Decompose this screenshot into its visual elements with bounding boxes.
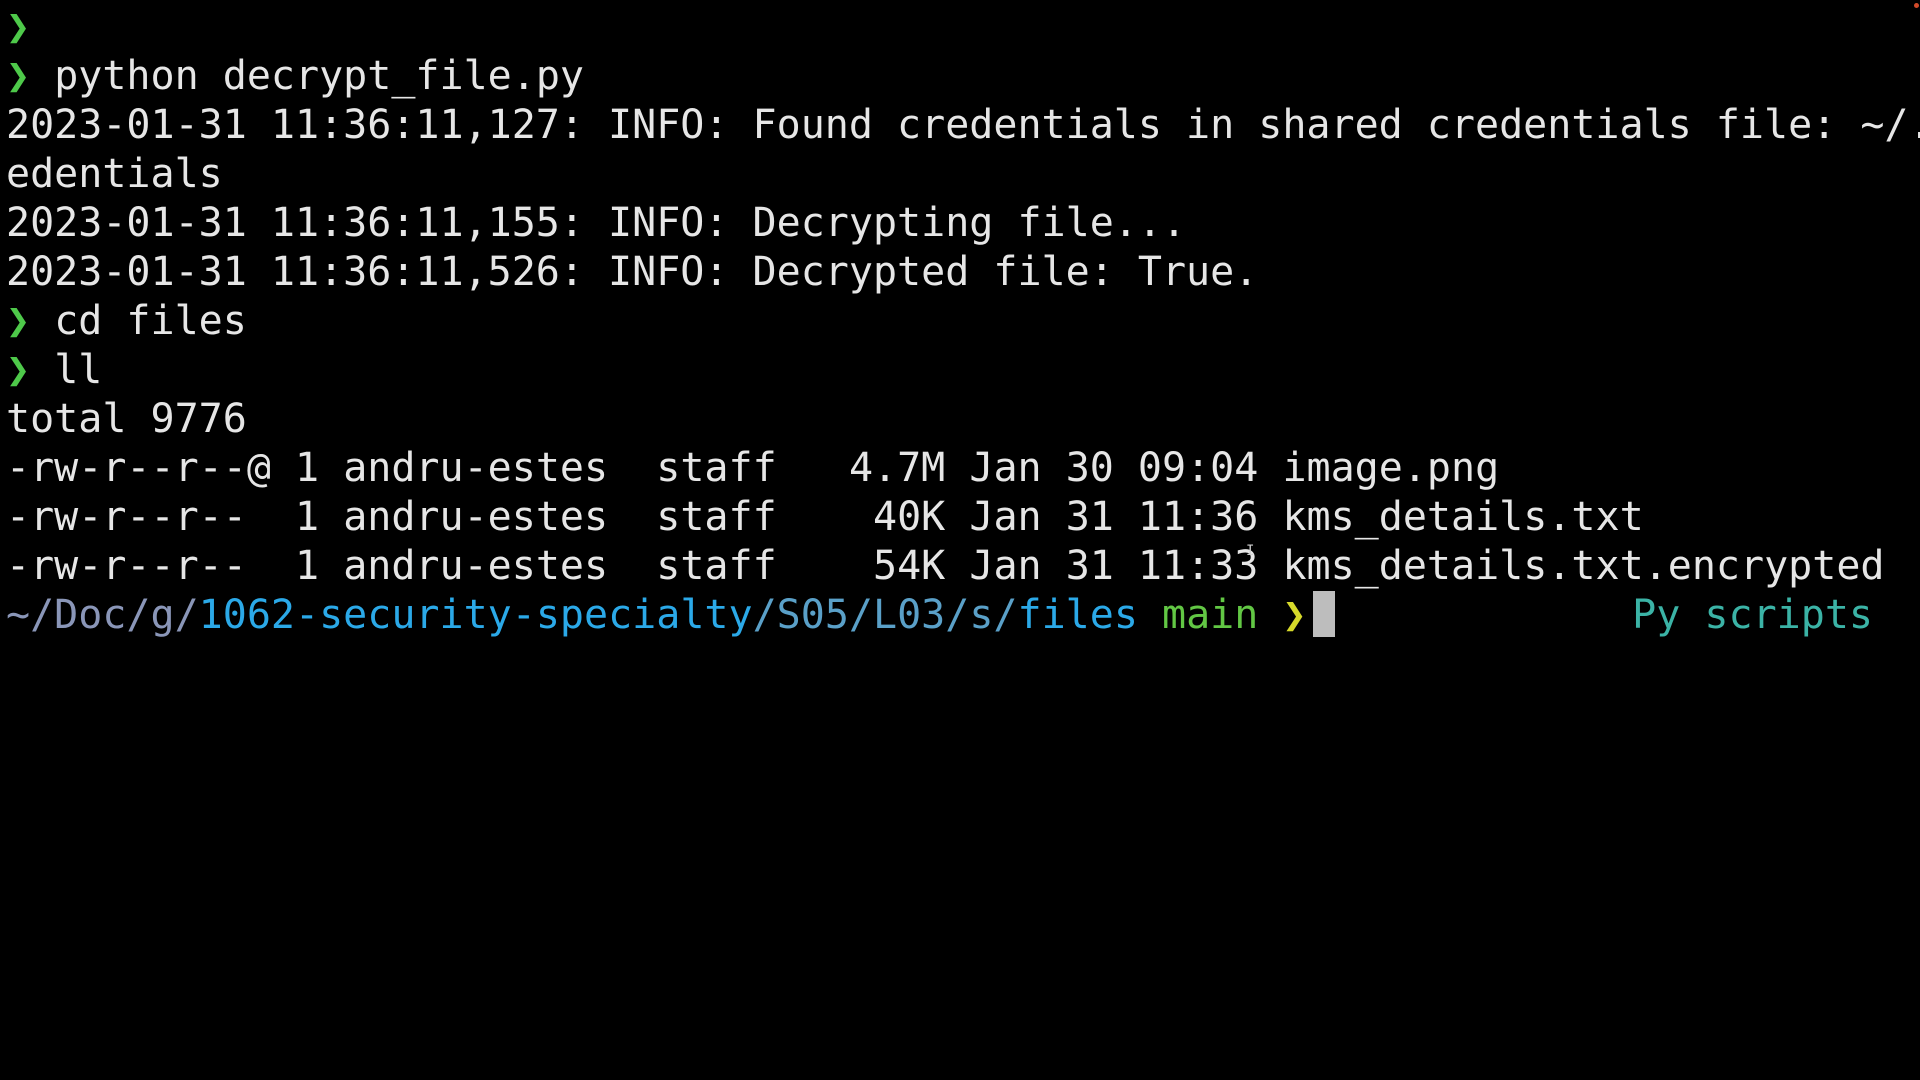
file-size: 4.7M xyxy=(848,445,946,491)
file-owner: andru-estes xyxy=(343,445,609,491)
right-prompt-env: Py scripts xyxy=(1632,592,1873,638)
log-line: 2023-01-31 11:36:11,526: INFO: Decrypted… xyxy=(6,249,1259,295)
file-size: 40K xyxy=(873,494,946,540)
command-text: cd files xyxy=(54,298,247,344)
prompt-path-segment: s/ xyxy=(969,592,1018,638)
terminal-line: ❯ cd files xyxy=(6,297,1920,346)
file-size: 54K xyxy=(873,543,946,589)
file-owner: andru-estes xyxy=(343,543,609,589)
prompt-path-home: ~/ xyxy=(6,592,55,638)
recording-indicator-icon xyxy=(1914,3,1919,8)
terminal-line: ❯ ll xyxy=(6,346,1920,395)
log-line: 2023-01-31 11:36:11,127: INFO: Found cre… xyxy=(6,102,1920,148)
listing-total: total 9776 xyxy=(6,396,247,442)
file-date: Jan 31 11:36 xyxy=(969,494,1259,540)
prompt-symbol: ❯ xyxy=(6,298,31,344)
log-line: 2023-01-31 11:36:11,155: INFO: Decryptin… xyxy=(6,200,1187,246)
file-date: Jan 30 09:04 xyxy=(969,445,1259,491)
prompt-path-segment: g/ xyxy=(150,592,199,638)
file-group: staff xyxy=(656,494,777,540)
file-group: staff xyxy=(656,445,777,491)
prompt-arrow: ❯ xyxy=(1282,592,1307,638)
command-text: ll xyxy=(54,347,103,393)
terminal-window[interactable]: ❯ ❯ python decrypt_file.py 2023-01-31 11… xyxy=(0,0,1920,1080)
file-perms: -rw-r--r--@ xyxy=(6,445,271,491)
file-links: 1 xyxy=(295,494,320,540)
terminal-line: ❯ xyxy=(6,3,1920,52)
listing-row: -rw-r--r-- 1 andru-estes staff 54K Jan 3… xyxy=(6,542,1920,591)
file-links: 1 xyxy=(295,543,320,589)
listing-row: -rw-r--r-- 1 andru-estes staff 40K Jan 3… xyxy=(6,493,1920,542)
file-owner: andru-estes xyxy=(343,494,609,540)
prompt-path-current-dir: files xyxy=(1017,592,1138,638)
prompt-path-segment: L03/ xyxy=(872,592,970,638)
file-date: Jan 31 11:33 xyxy=(969,543,1259,589)
listing-row: -rw-r--r--@ 1 andru-estes staff 4.7M Jan… xyxy=(6,444,1920,493)
file-name: kms_details.txt.encrypted xyxy=(1282,543,1885,589)
active-prompt-line[interactable]: ~/Doc/g/1062-security-specialty/S05/L03/… xyxy=(6,591,1920,640)
file-perms: -rw-r--r-- xyxy=(6,543,247,589)
prompt-symbol: ❯ xyxy=(6,53,31,99)
prompt-path-repo: 1062-security-specialty xyxy=(198,592,753,638)
file-name: kms_details.txt xyxy=(1282,494,1644,540)
prompt-path-segment: / xyxy=(752,592,777,638)
file-links: 1 xyxy=(295,445,320,491)
git-branch: main xyxy=(1162,592,1259,638)
command-text: python decrypt_file.py xyxy=(54,53,584,99)
file-group: staff xyxy=(656,543,777,589)
prompt-path-segment: S05/ xyxy=(776,592,873,638)
file-perms: -rw-r--r-- xyxy=(6,494,247,540)
prompt-path-segment: Doc/ xyxy=(54,592,151,638)
log-line-wrap: edentials xyxy=(6,151,223,197)
file-name: image.png xyxy=(1282,445,1500,491)
block-cursor[interactable] xyxy=(1312,591,1335,637)
ibeam-cursor-icon: I xyxy=(1246,543,1255,559)
prompt-symbol: ❯ xyxy=(6,4,31,50)
terminal-line: ❯ python decrypt_file.py xyxy=(6,52,1920,101)
prompt-symbol: ❯ xyxy=(6,347,31,393)
